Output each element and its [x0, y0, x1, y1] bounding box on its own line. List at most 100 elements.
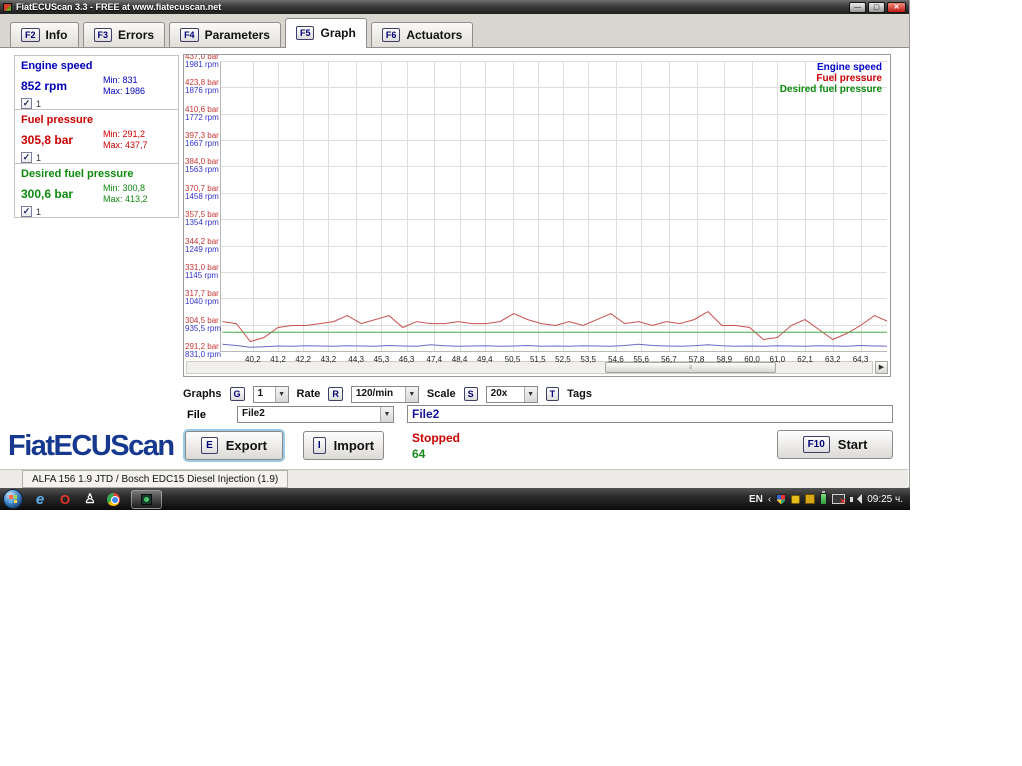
minimize-button[interactable]: — — [849, 1, 866, 13]
file-select[interactable]: File2 ▼ — [237, 406, 394, 423]
scale-select[interactable]: 20x ▼ — [485, 385, 538, 403]
tab-bar: F2 Info F3 Errors F4 Parameters F5 Graph F6 Actua… — [0, 14, 909, 48]
y-axis-label: 423,8 bar 1876 rpm — [185, 79, 219, 95]
sensor-checkbox-row: ✓ 1 — [21, 206, 172, 217]
series-engine-speed — [222, 343, 887, 348]
scale-label: Scale — [426, 388, 456, 400]
import-key-badge: I — [312, 437, 326, 454]
window-controls: — ▢ ✕ — [849, 1, 906, 13]
tab-label: Info — [45, 28, 68, 42]
taskbar-active-app[interactable] — [131, 489, 162, 509]
x-axis-label: 56,7 — [661, 355, 677, 364]
graphs-label: Graphs — [183, 388, 222, 400]
taskbar: e O ♙ EN ‹ 09:25 ч. — [0, 488, 910, 510]
chart-legend: Engine speed Fuel pressure Desired fuel pr… — [780, 62, 882, 95]
language-indicator[interactable]: EN — [749, 494, 763, 505]
y-axis-label: 370,7 bar 1458 rpm — [185, 184, 219, 201]
vehicle-info: ALFA 156 1.9 JTD / Bosch EDC15 Diesel In… — [22, 470, 289, 488]
plot-area: Engine speed Fuel pressure Desired fuel pr… — [220, 61, 887, 352]
desktop: FiatECUScan 3.3 - FREE at www.fiatecusca… — [0, 0, 1022, 766]
sensor-value: 852 rpm — [21, 79, 68, 93]
graphs-count-value: 1 — [257, 387, 264, 399]
tab-label: Graph — [320, 26, 356, 40]
start-button[interactable]: F10 Start — [777, 430, 893, 459]
chart-canvas — [220, 61, 887, 352]
y-axis-label-rpm: 1354 rpm — [185, 218, 219, 228]
sensor-checkbox[interactable]: ✓ — [21, 152, 32, 163]
sensor-checkbox-label: 1 — [36, 98, 42, 109]
chevron-down-icon: ▼ — [404, 386, 418, 402]
export-label: Export — [225, 438, 267, 453]
y-axis-label: 384,0 bar 1563 rpm — [185, 158, 219, 174]
rate-select[interactable]: 120/min ▼ — [350, 385, 419, 403]
scale-value: 20x — [490, 387, 508, 399]
legend-entry: Fuel pressure — [816, 73, 882, 84]
file-select-value: File2 — [242, 408, 265, 419]
title-bar: FiatECUScan 3.3 - FREE at www.fiatecusca… — [0, 0, 909, 14]
sensor-panel: Engine speed 852 rpm Min: 831 Max: 1986 ✓ 1 Fu… — [14, 55, 179, 218]
y-axis-label: 304,5 bar 935,5 rpm — [185, 316, 221, 333]
app-icon — [3, 2, 12, 12]
x-axis-label: 42,2 — [295, 355, 311, 364]
scrollbar-right-arrow-icon[interactable]: ▶ — [875, 361, 888, 374]
window-title: FiatECUScan 3.3 - FREE at www.fiatecusca… — [16, 2, 222, 12]
sensor-checkbox-label: 1 — [36, 206, 42, 217]
filename-field[interactable]: File2 — [407, 405, 893, 423]
close-button[interactable]: ✕ — [887, 1, 906, 13]
maximize-button[interactable]: ▢ — [868, 1, 885, 13]
rate-key-badge[interactable]: R — [328, 387, 343, 401]
y-axis-label: 437,0 bar 1981 rpm — [185, 55, 219, 69]
y-axis-label: 357,5 bar 1354 rpm — [185, 211, 219, 228]
tab-info[interactable]: F2 Info — [10, 22, 79, 47]
scheduler-icon[interactable] — [805, 494, 816, 504]
sensor-checkbox-row: ✓ 1 — [21, 98, 172, 109]
y-axis-label-rpm: 1981 rpm — [185, 60, 219, 69]
graphs-key-badge[interactable]: G — [229, 387, 245, 401]
display-disconnected-icon[interactable] — [832, 494, 846, 506]
tab-errors[interactable]: F3 Errors — [82, 22, 166, 47]
sensor-checkbox[interactable]: ✓ — [21, 98, 32, 109]
y-axis-label-rpm: 1145 rpm — [185, 270, 219, 280]
volume-icon[interactable] — [850, 493, 863, 505]
x-axis-label: 41,2 — [270, 355, 286, 364]
x-axis-label: 52,5 — [555, 355, 571, 364]
sensor-max: Max: 413,2 — [103, 194, 148, 204]
x-axis-label: 48,4 — [451, 355, 468, 364]
chrome-icon[interactable] — [107, 492, 120, 506]
sensor-max: Max: 1986 — [103, 86, 146, 96]
graphs-count-select[interactable]: 1 ▼ — [252, 385, 289, 403]
rate-value: 120/min — [355, 387, 394, 399]
tab-key-badge: F5 — [295, 26, 315, 40]
security-shield-icon[interactable] — [776, 493, 787, 505]
white-app-icon[interactable]: ♙ — [82, 491, 98, 508]
tab-label: Errors — [118, 28, 155, 42]
export-key-badge: E — [201, 437, 218, 454]
y-axis-label: 344,2 bar 1249 rpm — [185, 237, 219, 254]
battery-icon[interactable] — [820, 491, 828, 505]
rate-label: Rate — [296, 388, 321, 400]
tab-actuators[interactable]: F6 Actuators — [370, 22, 474, 47]
windows-start-button[interactable] — [3, 489, 23, 509]
x-axis-label: 63,2 — [824, 355, 841, 364]
tab-graph[interactable]: F5 Graph — [284, 18, 367, 48]
sensor-checkbox[interactable]: ✓ — [21, 206, 32, 217]
clock[interactable]: 09:25 ч. — [867, 494, 903, 505]
scale-key-badge[interactable]: S — [463, 387, 478, 401]
sensor-min: Min: 831 — [103, 75, 138, 85]
lock-icon[interactable] — [791, 494, 801, 504]
chevron-down-icon: ▼ — [523, 386, 537, 402]
sensor-minmax: Min: 300,8 Max: 413,2 — [103, 183, 148, 205]
x-axis-label: 62,1 — [797, 355, 813, 364]
export-button[interactable]: E Export — [185, 431, 283, 460]
internet-explorer-icon[interactable]: e — [32, 491, 48, 508]
import-button[interactable]: I Import — [303, 431, 384, 460]
sensor-name: Fuel pressure — [21, 114, 94, 126]
opera-icon[interactable]: O — [57, 491, 73, 508]
tab-label: Parameters — [204, 28, 270, 42]
sensor-checkbox-row: ✓ 1 — [21, 152, 172, 163]
tab-parameters[interactable]: F4 Parameters — [169, 22, 281, 47]
tags-label: Tags — [567, 388, 592, 400]
tags-key-badge[interactable]: T — [545, 387, 560, 401]
chevron-left-icon[interactable]: ‹ — [768, 494, 771, 505]
sensor-name: Desired fuel pressure — [21, 168, 134, 180]
